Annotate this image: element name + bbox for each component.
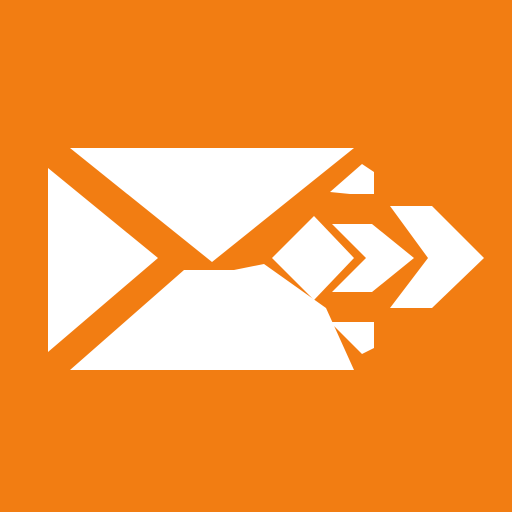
send-mail-icon (0, 0, 512, 512)
send-mail-app-icon (0, 0, 512, 512)
